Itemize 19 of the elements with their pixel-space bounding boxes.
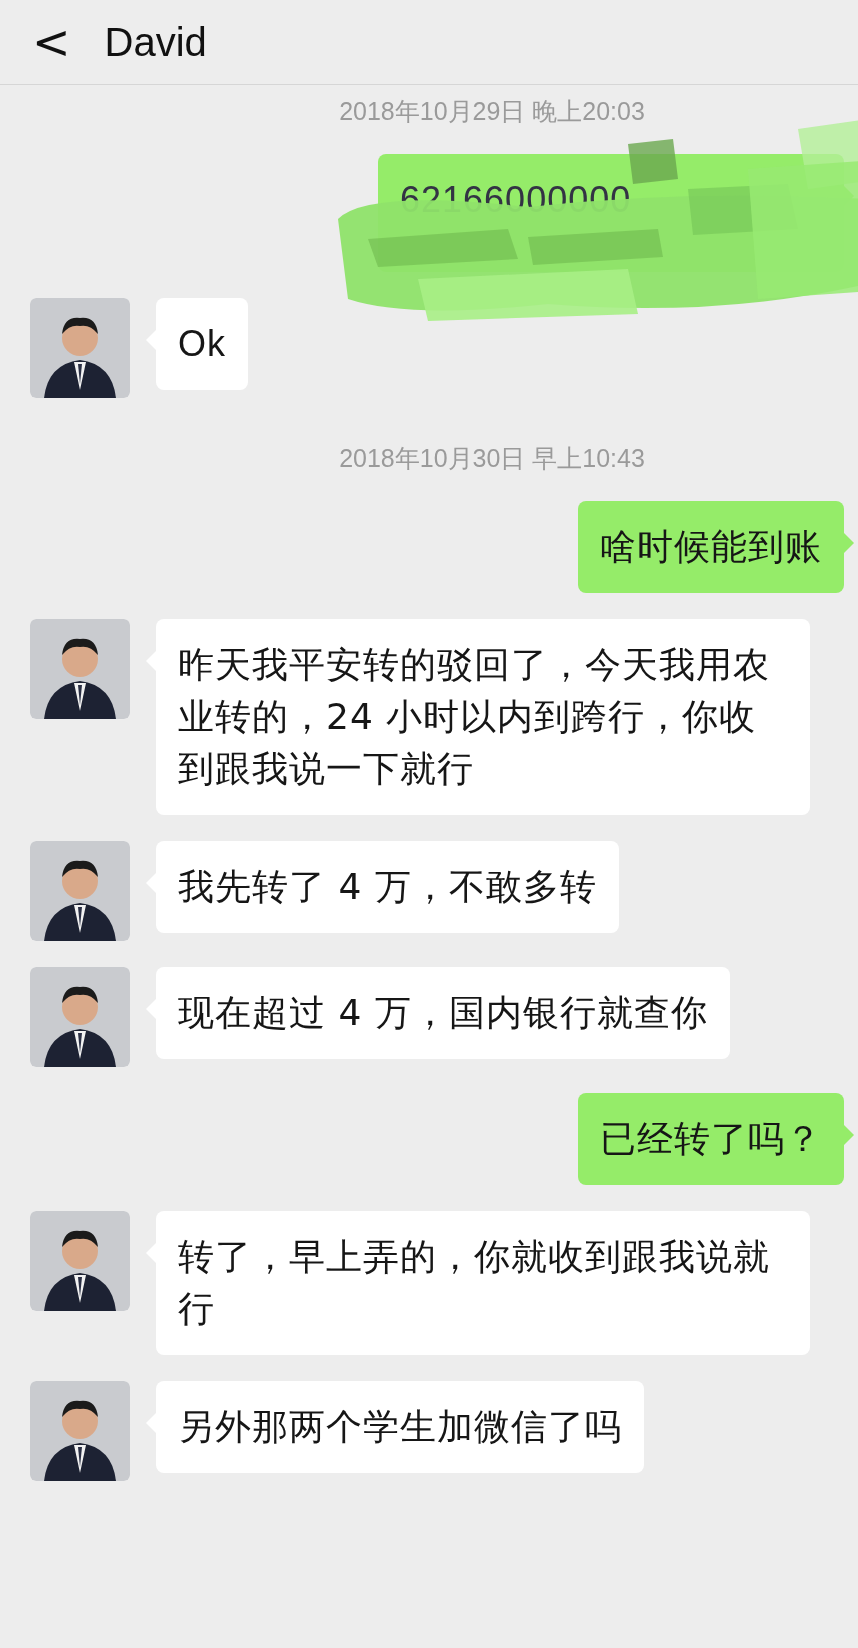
message-bubble: 现在超过 4 万，国内银行就查你 (156, 967, 730, 1059)
chat-title: David (104, 19, 207, 65)
timestamp: 2018年10月29日 晚上20:03 (339, 96, 645, 127)
timestamp: 2018年10月30日 早上10:43 (339, 443, 645, 474)
message-bubble: 另外那两个学生加微信了吗 (156, 1381, 644, 1473)
message-bubble: 昨天我平安转的驳回了，今天我用农业转的，24 小时以内到跨行，你收到跟我说一下就行 (156, 619, 810, 815)
message-bubble: 转了，早上弄的，你就收到跟我说就行 (156, 1211, 810, 1355)
message-bubble: 啥时候能到账 (578, 501, 844, 593)
avatar-icon[interactable] (30, 967, 130, 1067)
avatar-icon[interactable] (30, 298, 130, 398)
message-bubble: Ok (156, 298, 248, 390)
message-text: 62166000000 (400, 179, 632, 220)
message-bubble: 我先转了 4 万，不敢多转 (156, 841, 619, 933)
message-bubble: 已经转了吗？ (578, 1093, 844, 1185)
avatar-icon[interactable] (30, 841, 130, 941)
avatar-icon[interactable] (30, 619, 130, 719)
avatar-icon[interactable] (30, 1211, 130, 1311)
back-button[interactable]: < (32, 19, 71, 65)
avatar-icon[interactable] (30, 1381, 130, 1481)
